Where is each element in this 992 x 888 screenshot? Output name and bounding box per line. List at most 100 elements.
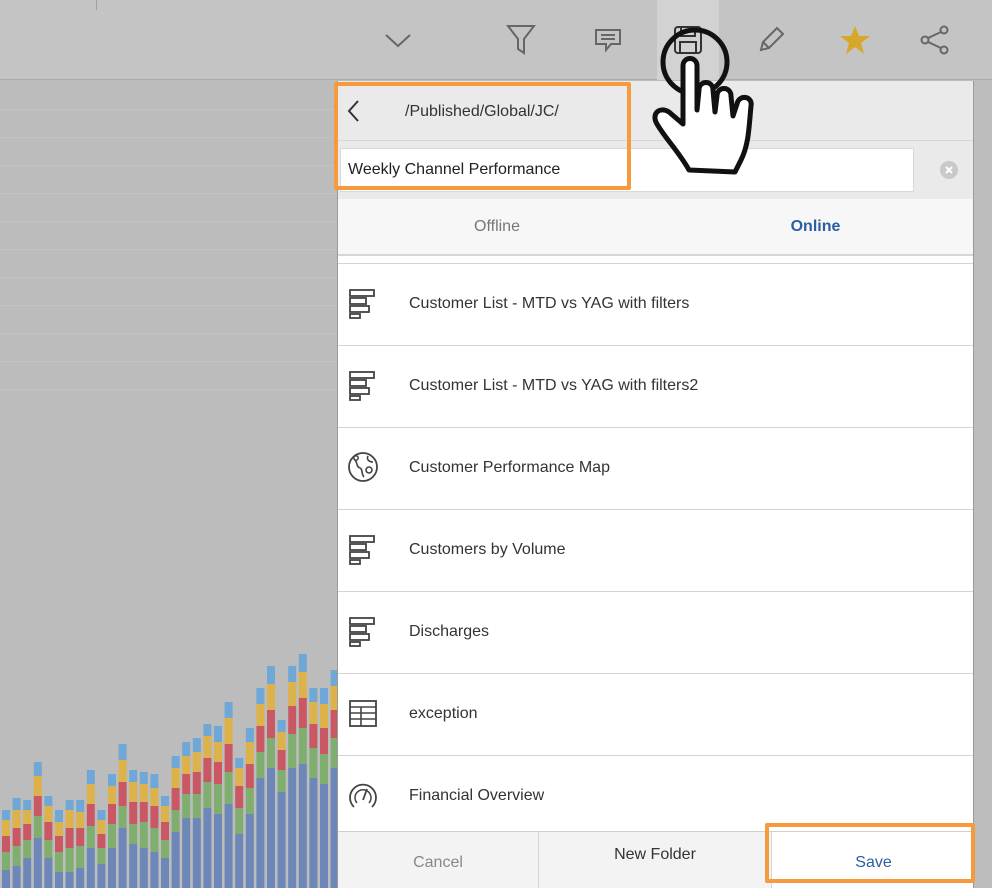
cancel-button[interactable]: Cancel [338,832,538,888]
list-item[interactable]: Customers by Volume [338,509,973,591]
bar-segment [203,808,212,888]
bar-segment [171,756,180,768]
bar-segment [118,760,127,782]
bar-segment [97,810,106,820]
bar-segment [298,654,307,672]
filter-icon[interactable] [503,22,539,58]
bar-segment [97,848,106,864]
bar-segment [55,810,63,822]
bar-segment [129,824,138,844]
path-highlight-box [334,82,631,190]
bar-segment [235,808,244,834]
bar-segment [12,828,21,846]
bar-segment [182,794,191,818]
bar-segment [129,770,138,782]
bar-segment [182,774,191,794]
bar-segment [256,688,265,704]
bar-segment [97,820,106,834]
bar-segment [33,796,42,816]
bar-segment [118,806,127,828]
save-highlight-box [765,823,975,883]
bar-segment [76,812,85,828]
bar-segment [139,802,148,822]
pointer-hand-icon [652,27,754,175]
list-item[interactable]: Customer Performance Map [338,427,973,509]
bar-segment [256,752,265,778]
bar-segment [192,738,201,752]
bar-segment [150,806,159,828]
bar-segment [203,724,212,736]
bar-segment [118,828,127,888]
bar-segment [277,750,286,770]
bar-segment [76,800,85,812]
bar-segment [2,852,10,870]
bar-segment [320,784,328,888]
bar-segment [86,770,95,784]
bar-segment [298,764,307,888]
bar-segment [2,836,10,852]
bar-segment [320,704,328,728]
bar-segment [182,742,191,756]
bar-segment [12,866,21,888]
bar-segment [277,732,286,750]
bar-segment [203,782,212,808]
bar-segment [76,846,85,868]
bar-segment [320,728,328,754]
bar-segment [203,736,212,758]
bar-segment [267,684,275,710]
bar-segment [309,724,318,748]
tab-offline[interactable]: Offline [338,199,656,254]
chevron-down-icon[interactable] [380,22,416,58]
bar-segment [12,846,21,866]
bar-segment [97,834,106,848]
bar-segment [150,852,159,888]
bar-segment [288,666,297,682]
table-grid-icon [349,700,377,727]
list-item[interactable]: Customer List - MTD vs YAG with filters [338,263,973,345]
bar-segment [33,838,42,888]
dashboard-background [0,81,338,888]
comment-icon[interactable] [590,22,626,58]
bar-report-icon [349,289,375,319]
bar-segment [235,834,244,888]
clear-icon[interactable] [940,161,958,179]
bar-segment [245,742,254,764]
bar-segment [171,788,180,810]
new-folder-button[interactable]: New Folder [538,832,772,888]
bar-segment [108,774,116,786]
bar-segment [192,818,201,888]
bar-segment [23,824,32,840]
save-dialog: /Published/Global/JC/ Weekly Channel Per… [337,81,974,888]
bar-segment [55,872,63,888]
star-icon[interactable] [837,22,873,58]
list-item-label: exception [409,705,478,722]
list-item[interactable]: Discharges [338,591,973,673]
bar-segment [309,702,318,724]
bar-segment [12,810,21,828]
bar-segment [298,728,307,764]
bar-segment [235,786,244,808]
tab-online[interactable]: Online [656,199,973,254]
bar-segment [267,738,275,768]
bar-segment [277,720,286,732]
list-item[interactable]: Customer List - MTD vs YAG with filters2 [338,345,973,427]
bar-segment [267,710,275,738]
bar-segment [150,774,159,788]
bar-segment [309,778,318,888]
bar-segment [171,768,180,788]
bar-segment [33,816,42,838]
bar-segment [214,814,222,888]
list-item[interactable]: exception [338,673,973,755]
bar-segment [161,858,169,888]
bar-report-icon [349,535,375,565]
bar-segment [150,788,159,806]
bar-segment [214,784,222,814]
bar-segment [192,772,201,794]
bar-segment [65,800,74,810]
bar-segment [267,666,275,684]
bar-segment [76,828,85,846]
bar-segment [2,810,10,820]
list-item-label: Financial Overview [409,787,545,804]
share-icon[interactable] [917,22,953,58]
bar-segment [86,826,95,848]
